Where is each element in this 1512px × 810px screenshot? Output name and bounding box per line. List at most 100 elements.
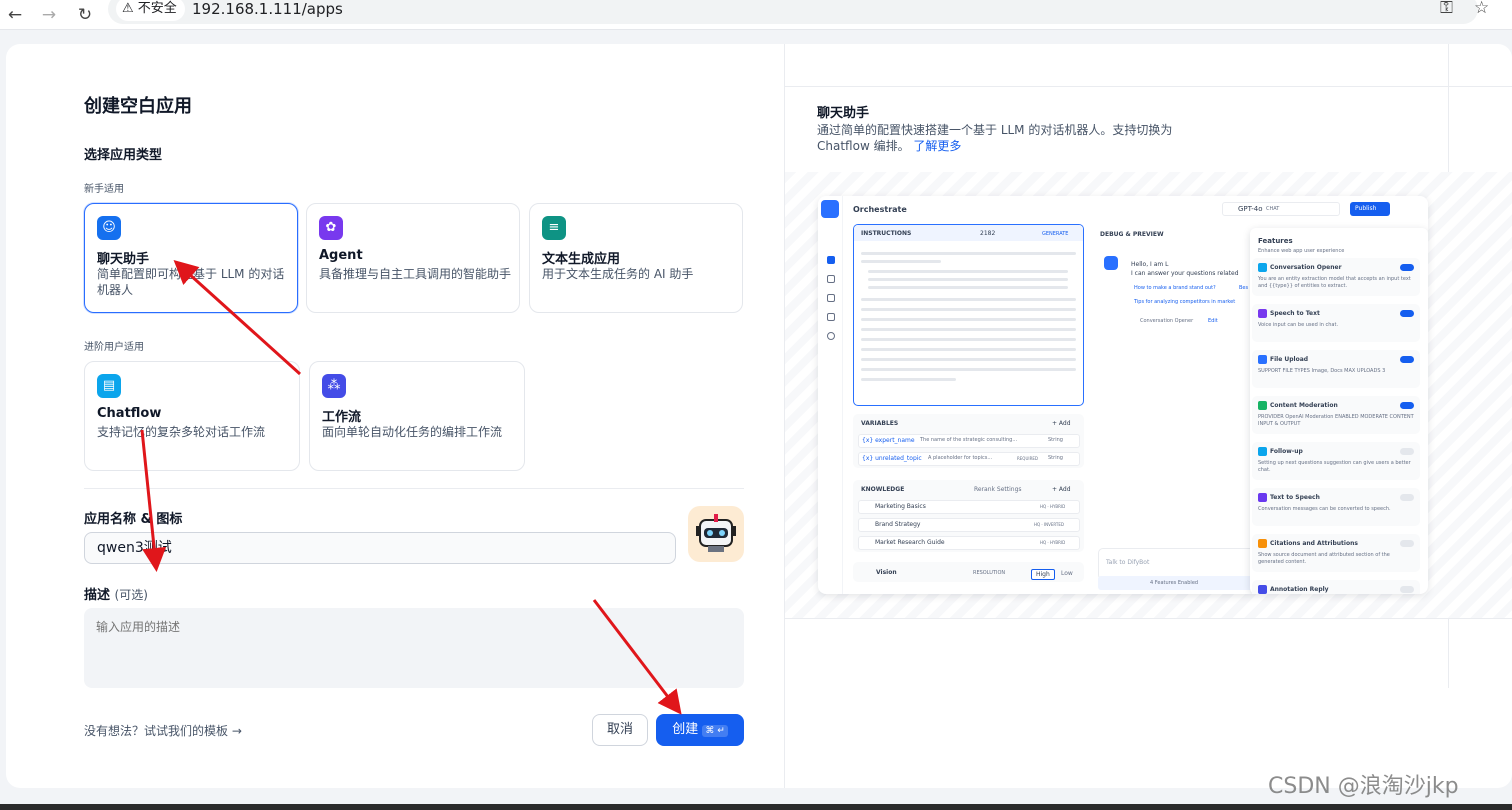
sidebar-icon: [827, 294, 835, 302]
star-icon[interactable]: ☆: [1474, 0, 1489, 18]
suggestion: Bes: [1239, 285, 1249, 291]
description-textarea[interactable]: [84, 608, 744, 688]
text-line: [868, 278, 1068, 281]
card-desc: 具备推理与自主工具调用的智能助手: [319, 267, 512, 281]
forward-icon[interactable]: →: [38, 4, 60, 26]
app-name-input[interactable]: qwen3测试: [84, 532, 676, 564]
reload-icon[interactable]: ↻: [74, 4, 96, 26]
text-line: [861, 338, 1076, 341]
instructions-label: INSTRUCTIONS: [861, 230, 912, 237]
card-title: 文本生成应用: [542, 252, 621, 267]
card-chat-assistant[interactable]: ☺ 聊天助手 简单配置即可构建基于 LLM 的对话机器人: [84, 203, 298, 313]
feature-desc: SUPPORT FILE TYPES Image, Docs MAX UPLOA…: [1258, 368, 1386, 374]
cancel-button[interactable]: 取消: [592, 714, 648, 746]
char-count: 2182: [980, 230, 996, 237]
create-button[interactable]: 创建 ⌘ ↵: [656, 714, 744, 746]
app-name-value: qwen3测试: [97, 540, 172, 556]
feature-name: File Upload: [1270, 356, 1309, 363]
feature-toggle: [1400, 356, 1414, 363]
variables-label: VARIABLES: [861, 420, 899, 427]
feature-toggle: [1400, 448, 1414, 455]
feature-name: Content Moderation: [1270, 402, 1338, 409]
feature-icon: [1258, 493, 1267, 502]
knowledge-label: KNOWLEDGE: [861, 486, 905, 493]
publish-label: Publish: [1355, 205, 1377, 212]
feature-card: Citations and Attributions Show source do…: [1252, 534, 1420, 572]
chat-bot-icon: ☺: [97, 216, 121, 240]
taskbar: [0, 804, 1512, 810]
feature-name: Text to Speech: [1270, 494, 1320, 501]
feature-toggle: [1400, 494, 1414, 501]
card-title: 工作流: [322, 410, 362, 425]
app-icon-picker[interactable]: [688, 506, 744, 562]
bot-answer: I can answer your questions related: [1131, 270, 1239, 277]
feature-icon: [1258, 447, 1267, 456]
vision-label: Vision: [876, 569, 897, 576]
bot-avatar-icon: [1104, 256, 1118, 270]
card-desc: 支持记忆的复杂多轮对话工作流: [97, 425, 266, 439]
optional-tag: (可选): [114, 588, 148, 602]
key-icon[interactable]: ⚿: [1440, 0, 1453, 18]
template-link[interactable]: 没有想法？试试我们的模板 →: [84, 722, 242, 739]
sidebar-icon: [827, 313, 835, 321]
card-desc: 用于文本生成任务的 AI 助手: [542, 267, 694, 281]
text-line: [861, 348, 1076, 351]
back-icon[interactable]: ←: [4, 4, 26, 26]
resolution-label: RESOLUTION: [973, 570, 1006, 576]
security-badge[interactable]: ⚠ 不安全: [116, 0, 185, 21]
card-workflow[interactable]: ⁂ 工作流 面向单轮自动化任务的编排工作流: [309, 361, 525, 471]
text-line: [861, 378, 956, 381]
low-option: Low: [1061, 570, 1073, 577]
card-agent[interactable]: ✿ Agent 具备推理与自主工具调用的智能助手: [306, 203, 520, 313]
sidebar-icon: [827, 256, 835, 264]
debug-label: DEBUG & PREVIEW: [1100, 231, 1164, 238]
preview-title: 聊天助手: [817, 106, 870, 121]
card-title: Chatflow: [97, 406, 162, 421]
create-label: 创建: [672, 722, 699, 737]
variable-type: String: [1048, 437, 1063, 443]
name-label: 应用名称 & 图标: [84, 512, 183, 527]
suggestion: How to make a brand stand out?: [1134, 285, 1216, 291]
card-chatflow[interactable]: ▤ Chatflow 支持记忆的复杂多轮对话工作流: [84, 361, 300, 471]
required-tag: REQUIRED: [1017, 456, 1038, 461]
feature-card: Follow-up Setting up next questions sugge…: [1252, 442, 1420, 480]
beginner-label: 新手适用: [84, 184, 124, 195]
chat-placeholder: Talk to DifyBot: [1106, 559, 1150, 566]
knowledge-name: Brand Strategy: [875, 521, 921, 528]
divider: [785, 618, 1512, 619]
dialog-title: 创建空白应用: [84, 96, 192, 117]
card-text-generation[interactable]: ≡ 文本生成应用 用于文本生成任务的 AI 助手: [529, 203, 743, 313]
knowledge-tag: HQ · HYBRID: [1040, 504, 1066, 509]
knowledge-tag: HQ · HYBRID: [1040, 540, 1066, 545]
variable-type: String: [1048, 455, 1063, 461]
variable-desc: The name of the strategic consulting...: [920, 437, 1018, 443]
features-title: Features: [1258, 237, 1293, 245]
feature-toggle: [1400, 310, 1414, 317]
suggestion: Tips for analyzing competitors in market: [1134, 299, 1236, 305]
sidebar-icon: [827, 275, 835, 283]
feature-icon: [1258, 539, 1267, 548]
feature-name: Conversation Opener: [1270, 264, 1342, 271]
text-line: [868, 286, 1068, 289]
description-label-text: 描述: [84, 588, 111, 603]
feature-card: File Upload SUPPORT FILE TYPES Image, Doc…: [1252, 350, 1420, 388]
sidebar-divider: [842, 196, 843, 594]
card-desc: 面向单轮自动化任务的编排工作流: [322, 425, 503, 439]
bot-logo-icon: [821, 200, 839, 218]
address-bar[interactable]: ⚠ 不安全 192.168.1.111/apps: [108, 0, 1478, 24]
browser-toolbar: ← → ↻ ⚠ 不安全 192.168.1.111/apps ⚿ ☆: [0, 0, 1512, 30]
learn-more-link[interactable]: 了解更多: [913, 139, 961, 153]
feature-toggle: [1400, 540, 1414, 547]
app-type-heading: 选择应用类型: [84, 148, 163, 163]
chatflow-icon: ▤: [97, 374, 121, 398]
feature-desc: You are an entity extraction model that …: [1258, 276, 1411, 289]
feature-card: Conversation Opener You are an entity ext…: [1252, 258, 1420, 296]
generate-label: GENERATE: [1042, 231, 1069, 237]
variable-name: {x} expert_name: [862, 437, 915, 444]
advanced-label: 进阶用户适用: [84, 342, 144, 353]
text-line: [861, 368, 1076, 371]
feature-icon: [1258, 355, 1267, 364]
feature-desc: Setting up next questions suggestion can…: [1258, 460, 1411, 473]
card-desc: 简单配置即可构建基于 LLM 的对话机器人: [97, 267, 285, 297]
feature-desc: Conversation messages can be converted t…: [1258, 506, 1391, 512]
